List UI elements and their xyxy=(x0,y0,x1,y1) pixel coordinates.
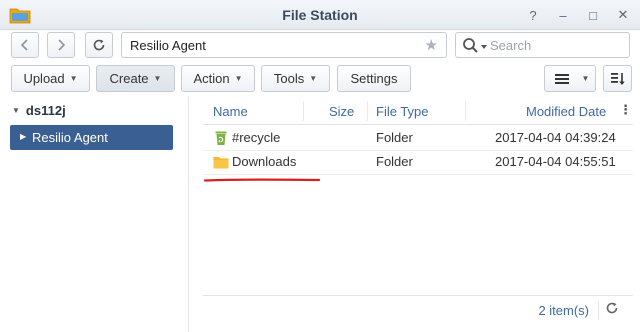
table-header: Name Size File Type Modified Date ⋮ xyxy=(203,97,633,125)
collapse-triangle-icon[interactable]: ▶ xyxy=(20,132,26,141)
action-button[interactable]: Action ▼ xyxy=(181,65,255,92)
maximize-icon[interactable]: □ xyxy=(582,5,604,25)
column-header-file-type[interactable]: File Type xyxy=(376,97,429,125)
upload-label: Upload xyxy=(23,71,65,86)
status-bar: 2 item(s) xyxy=(203,295,633,325)
tools-button[interactable]: Tools ▼ xyxy=(261,65,330,92)
upload-button[interactable]: Upload ▼ xyxy=(11,65,90,92)
tree-item-resilio-agent[interactable]: ▶ Resilio Agent xyxy=(10,125,173,150)
tree-item-label: Resilio Agent xyxy=(32,130,108,145)
view-mode-dropdown[interactable]: ▼ xyxy=(576,65,596,92)
file-modified: 2017-04-04 04:55:51 xyxy=(495,154,616,169)
tree-root-label: ds112j xyxy=(25,103,66,118)
path-field[interactable]: Resilio Agent ★ xyxy=(121,32,447,58)
caret-down-icon: ▼ xyxy=(234,74,243,83)
search-icon[interactable] xyxy=(462,37,492,55)
create-button[interactable]: Create ▼ xyxy=(96,65,175,92)
column-header-modified-date[interactable]: Modified Date xyxy=(526,97,606,125)
refresh-button[interactable] xyxy=(85,32,113,58)
expand-triangle-icon[interactable]: ▼ xyxy=(12,106,20,115)
file-type: Folder xyxy=(376,154,413,169)
window-controls: ? – □ ✕ xyxy=(514,5,634,25)
create-label: Create xyxy=(109,71,149,86)
refresh-icon xyxy=(606,302,618,314)
minimize-icon[interactable]: – xyxy=(552,5,574,25)
column-header-size[interactable]: Size xyxy=(329,97,354,125)
table-row[interactable]: #recycle Folder 2017-04-04 04:39:24 xyxy=(203,125,633,151)
column-menu-icon[interactable]: ⋮ xyxy=(619,102,632,120)
column-divider[interactable] xyxy=(465,101,466,121)
star-icon[interactable]: ★ xyxy=(425,36,438,54)
column-divider[interactable] xyxy=(303,101,304,121)
folder-tree: ▼ ds112j ▶ Resilio Agent xyxy=(0,97,186,332)
file-type: Folder xyxy=(376,130,413,145)
tree-root[interactable]: ▼ ds112j xyxy=(12,103,66,118)
close-icon[interactable]: ✕ xyxy=(612,5,634,25)
forward-button[interactable] xyxy=(47,32,75,58)
table-row[interactable]: Downloads Folder 2017-04-04 04:55:51 xyxy=(203,149,633,175)
search-box[interactable] xyxy=(455,32,630,58)
title-bar: File Station ? – □ ✕ xyxy=(0,0,640,30)
toolbar: Upload ▼ Create ▼ Action ▼ Tools ▼ Settings … xyxy=(0,60,640,96)
sort-button[interactable] xyxy=(603,65,632,92)
caret-down-icon: ▼ xyxy=(309,74,318,83)
tools-label: Tools xyxy=(273,71,305,86)
caret-down-icon: ▼ xyxy=(69,74,78,83)
search-input[interactable] xyxy=(490,36,625,54)
file-name: Downloads xyxy=(232,154,297,169)
caret-down-icon: ▼ xyxy=(581,74,590,83)
caret-down-icon: ▼ xyxy=(153,74,162,83)
annotation-underline xyxy=(204,178,320,182)
refresh-list-button[interactable] xyxy=(603,301,621,319)
back-button[interactable] xyxy=(11,32,39,58)
folder-icon xyxy=(213,157,229,169)
status-divider xyxy=(598,302,599,320)
help-icon[interactable]: ? xyxy=(522,5,544,25)
refresh-icon xyxy=(93,39,105,51)
file-modified: 2017-04-04 04:39:24 xyxy=(495,130,616,145)
settings-button[interactable]: Settings xyxy=(337,65,411,92)
path-text: Resilio Agent xyxy=(130,38,206,53)
column-header-name[interactable]: Name xyxy=(213,97,248,125)
column-divider[interactable] xyxy=(367,101,368,121)
chevron-right-icon xyxy=(58,39,66,51)
list-view-icon xyxy=(554,73,569,84)
navigation-bar: Resilio Agent ★ xyxy=(0,30,640,60)
sort-icon xyxy=(610,72,625,85)
panel-divider[interactable] xyxy=(188,97,189,332)
action-label: Action xyxy=(193,71,230,86)
file-name: #recycle xyxy=(232,130,281,145)
chevron-left-icon xyxy=(20,39,28,51)
recycle-bin-icon xyxy=(215,131,227,145)
item-count: 2 item(s) xyxy=(538,303,589,318)
view-mode-button[interactable] xyxy=(544,65,579,92)
settings-label: Settings xyxy=(350,71,398,86)
